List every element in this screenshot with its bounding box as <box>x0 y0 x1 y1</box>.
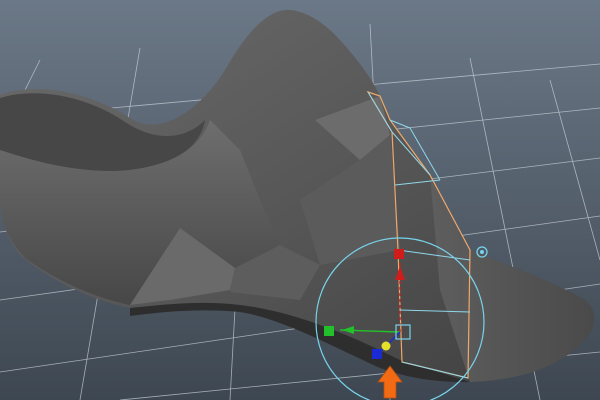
pivot-marker-inner <box>480 250 484 254</box>
manipulator-center-handle[interactable] <box>381 341 391 351</box>
y-axis-scale-handle[interactable] <box>394 249 404 259</box>
viewport-scene[interactable] <box>0 0 600 400</box>
x-axis-scale-handle[interactable] <box>324 326 334 336</box>
z-axis-scale-handle[interactable] <box>372 349 382 359</box>
3d-viewport[interactable] <box>0 0 600 400</box>
